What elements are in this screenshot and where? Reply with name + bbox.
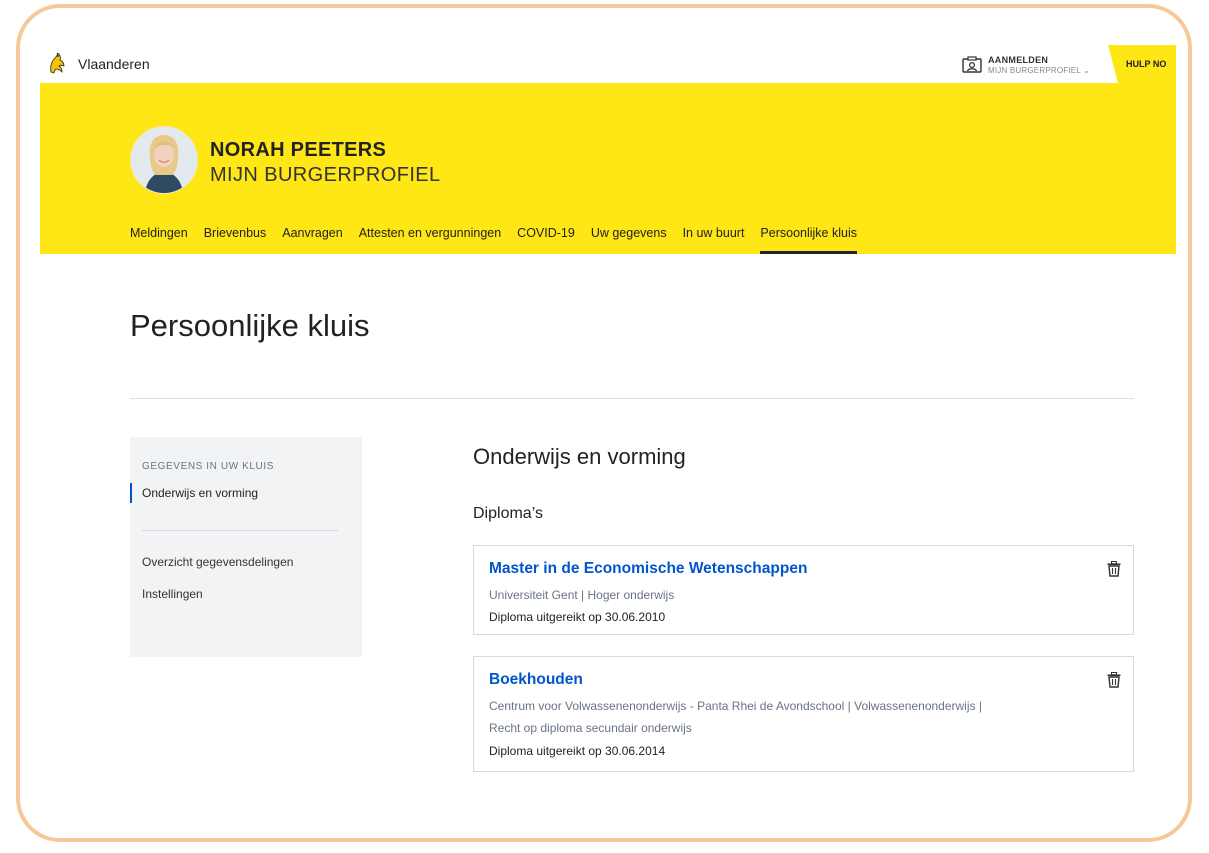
nav-item-brievenbus[interactable]: Brievenbus [204,226,267,254]
page-title: Persoonlijke kluis [130,308,370,343]
sidebar-item-onderwijs-en-vorming[interactable]: Onderwijs en vorming [130,483,258,503]
profile-title: MIJN BURGERPROFIEL [210,164,441,186]
diploma-date: Diploma uitgereikt op 30.06.2014 [489,744,666,758]
avatar [130,126,198,194]
login-subtitle: MIJN BURGERPROFIEL ⌄ [988,65,1090,75]
browser-viewport: Vlaanderen AANMELDEN MIJN BURGERPROFIEL … [40,45,1176,838]
login-title: AANMELDEN [988,54,1049,65]
sidebar-item-instellingen[interactable]: Instellingen [142,587,203,601]
diploma-title-link[interactable]: Master in de Economische Wetenschappen [489,560,807,578]
diploma-card: Master in de Economische Wetenschappen U… [473,545,1134,635]
avatar-photo [131,127,197,193]
sidebar-item-overzicht-gegevensdelingen[interactable]: Overzicht gegevensdelingen [142,555,293,569]
nav-item-uw-gegevens[interactable]: Uw gegevens [591,226,667,254]
diploma-title-link[interactable]: Boekhouden [489,671,583,689]
screenshot-frame: Vlaanderen AANMELDEN MIJN BURGERPROFIEL … [16,4,1192,842]
diploma-date: Diploma uitgereikt op 30.06.2010 [489,610,666,624]
nav-item-in-uw-buurt[interactable]: In uw buurt [683,226,745,254]
diploma-institution: Universiteit Gent | Hoger onderwijs [489,588,675,602]
side-navigation: GEGEVENS IN UW KLUIS Onderwijs en vormin… [130,437,362,657]
global-header: Vlaanderen AANMELDEN MIJN BURGERPROFIEL … [40,45,1176,84]
main-nav: Meldingen Brievenbus Aanvragen Attesten … [130,226,873,254]
diploma-card: Boekhouden Centrum voor Volwassenenonder… [473,656,1134,772]
help-label: HULP NO [1126,59,1167,69]
flemish-lion-logo-icon[interactable] [48,52,66,74]
brand-name[interactable]: Vlaanderen [78,56,150,72]
diploma-description: Recht op diploma secundair onderwijs [489,721,692,735]
user-name: NORAH PEETERS [210,139,387,161]
help-button[interactable]: HULP NO [1108,45,1176,83]
nav-item-persoonlijke-kluis[interactable]: Persoonlijke kluis [760,226,857,254]
diploma-institution: Centrum voor Volwassenenonderwijs - Pant… [489,699,982,713]
nav-item-aanvragen[interactable]: Aanvragen [282,226,342,254]
nav-item-covid-19[interactable]: COVID-19 [517,226,575,254]
section-title: Onderwijs en vorming [473,444,686,469]
divider [130,398,1134,399]
sidebar-divider [142,530,338,531]
trash-icon[interactable] [1107,672,1121,688]
sidebar-heading: GEGEVENS IN UW KLUIS [142,461,275,472]
subsection-title: Diploma’s [473,505,543,522]
login-button[interactable]: AANMELDEN MIJN BURGERPROFIEL ⌄ [962,53,1090,77]
nav-item-meldingen[interactable]: Meldingen [130,226,188,254]
nav-item-attesten-en-vergunningen[interactable]: Attesten en vergunningen [359,226,501,254]
trash-icon[interactable] [1107,561,1121,577]
profile-card-icon [962,56,982,73]
profile-header: NORAH PEETERS MIJN BURGERPROFIEL Melding… [40,83,1176,254]
